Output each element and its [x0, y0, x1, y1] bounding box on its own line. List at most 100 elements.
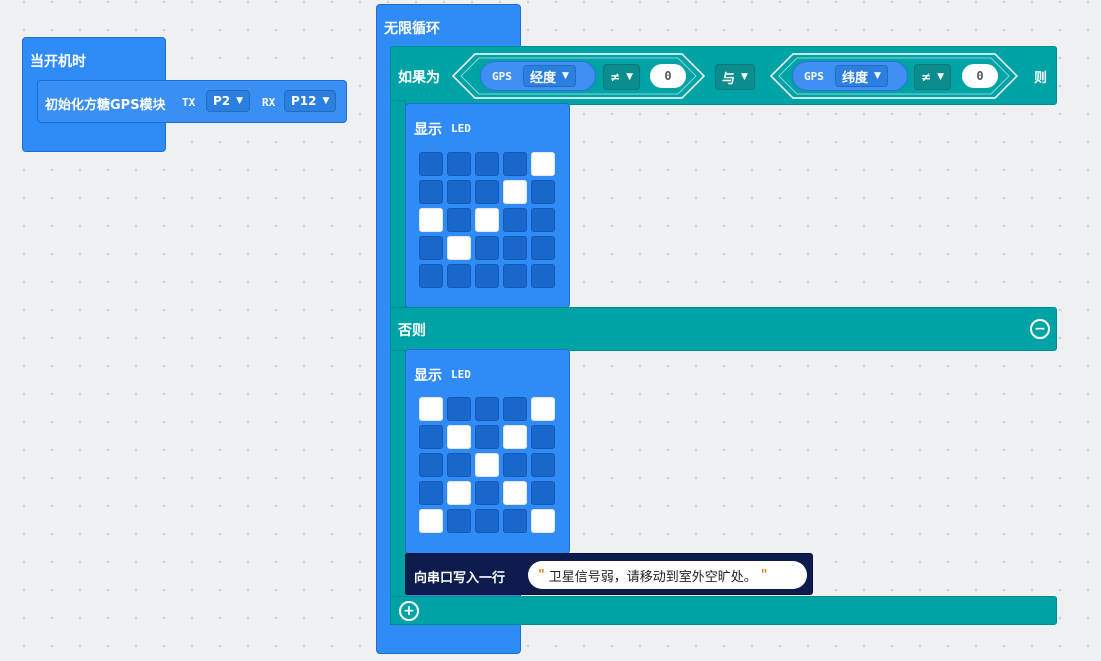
led-cell[interactable] [531, 236, 555, 260]
block-workspace[interactable]: 当开机时 初始化方糖GPS模块 TX P2 ▼ RX P12 ▼ 无限循环 如果… [0, 0, 1101, 661]
serial-text-input[interactable]: " 卫星信号弱，请移动到室外空旷处。 " [528, 561, 807, 589]
led-cell[interactable] [531, 397, 555, 421]
led-cell[interactable] [475, 481, 499, 505]
chevron-down-icon: ▼ [236, 96, 244, 106]
led-cell[interactable] [531, 180, 555, 204]
and-label: 与 [722, 71, 736, 87]
longitude-dropdown[interactable]: 经度 ▼ [523, 65, 576, 87]
led-matrix-2[interactable] [419, 397, 555, 533]
led-cell[interactable] [475, 264, 499, 288]
else-bar: 否则 − [390, 307, 1057, 351]
led-cell[interactable] [503, 481, 527, 505]
if-footer-bar: + [390, 596, 1057, 625]
led-cell[interactable] [419, 481, 443, 505]
show-led-block-2[interactable]: 显示 LED [405, 349, 570, 554]
led-cell[interactable] [531, 453, 555, 477]
led-cell[interactable] [447, 180, 471, 204]
plus-circle-icon[interactable]: + [399, 601, 419, 621]
led-cell[interactable] [447, 509, 471, 533]
led-cell[interactable] [447, 397, 471, 421]
led-cell[interactable] [447, 236, 471, 260]
rx-pin-dropdown[interactable]: P12 ▼ [284, 90, 337, 112]
right-operator: ≠ [921, 70, 932, 84]
else-label: 否则 [398, 323, 426, 339]
chevron-down-icon: ▼ [322, 96, 330, 106]
left-operator: ≠ [610, 70, 621, 84]
if-header-block[interactable]: 如果为 GPS 经度 ▼ ≠ ▼ 0 与 ▼ GPS 纬度 ▼ ≠ ▼ 0 则 [390, 46, 1057, 105]
led-cell[interactable] [531, 481, 555, 505]
chevron-down-icon: ▼ [741, 72, 748, 82]
led-cell[interactable] [475, 453, 499, 477]
chevron-down-icon: ▼ [874, 71, 881, 81]
led-cell[interactable] [475, 397, 499, 421]
on-start-title: 当开机时 [30, 54, 86, 70]
led-cell[interactable] [531, 509, 555, 533]
led-cell[interactable] [503, 397, 527, 421]
gps-longitude-reporter[interactable]: GPS 经度 ▼ [480, 61, 596, 91]
led-cell[interactable] [475, 425, 499, 449]
latitude-dropdown[interactable]: 纬度 ▼ [835, 65, 888, 87]
led-cell[interactable] [419, 152, 443, 176]
gps-init-label: 初始化方糖GPS模块 [45, 98, 166, 113]
quote-close: " [760, 567, 768, 583]
chevron-down-icon: ▼ [562, 71, 569, 81]
tx-pin-value: P2 [213, 94, 231, 108]
led-cell[interactable] [419, 425, 443, 449]
serial-write-block[interactable]: 向串口写入一行 " 卫星信号弱，请移动到室外空旷处。 " [405, 553, 813, 595]
led-cell[interactable] [475, 236, 499, 260]
led-cell[interactable] [503, 152, 527, 176]
led-cell[interactable] [419, 397, 443, 421]
led-cell[interactable] [531, 152, 555, 176]
rx-pin-value: P12 [291, 94, 317, 108]
left-operator-dropdown[interactable]: ≠ ▼ [603, 64, 640, 90]
if-left-rail [390, 100, 406, 625]
led-cell[interactable] [503, 236, 527, 260]
minus-circle-icon[interactable]: − [1030, 319, 1050, 339]
led-cell[interactable] [419, 509, 443, 533]
gps-init-block[interactable]: 初始化方糖GPS模块 TX P2 ▼ RX P12 ▼ [37, 80, 347, 123]
chevron-down-icon: ▼ [626, 72, 633, 82]
led-cell[interactable] [531, 425, 555, 449]
led-cell[interactable] [447, 453, 471, 477]
led-cell[interactable] [447, 425, 471, 449]
and-operator-dropdown[interactable]: 与 ▼ [715, 64, 755, 90]
gps-source-label: GPS [492, 70, 512, 83]
led-cell[interactable] [503, 208, 527, 232]
if-label: 如果为 [398, 70, 440, 86]
led-cell[interactable] [447, 264, 471, 288]
led-cell[interactable] [503, 180, 527, 204]
led-cell[interactable] [419, 453, 443, 477]
led-cell[interactable] [419, 180, 443, 204]
tx-pin-dropdown[interactable]: P2 ▼ [206, 90, 251, 112]
quote-open: " [538, 567, 545, 583]
show-label: 显示 [414, 368, 442, 384]
chevron-down-icon: ▼ [937, 72, 944, 82]
show-led-block-1[interactable]: 显示 LED [405, 103, 570, 308]
right-operator-dropdown[interactable]: ≠ ▼ [914, 64, 951, 90]
led-cell[interactable] [475, 152, 499, 176]
led-cell[interactable] [447, 152, 471, 176]
forever-title: 无限循环 [384, 21, 440, 37]
led-cell[interactable] [503, 509, 527, 533]
gps-latitude-reporter[interactable]: GPS 纬度 ▼ [792, 61, 908, 91]
led-cell[interactable] [419, 208, 443, 232]
rx-label: RX [262, 96, 276, 109]
led-cell[interactable] [419, 236, 443, 260]
led-cell[interactable] [475, 208, 499, 232]
led-matrix-1[interactable] [419, 152, 555, 288]
led-cell[interactable] [531, 264, 555, 288]
led-cell[interactable] [503, 264, 527, 288]
led-cell[interactable] [475, 509, 499, 533]
led-cell[interactable] [419, 264, 443, 288]
gps-source-label: GPS [804, 70, 824, 83]
latitude-field: 纬度 [842, 70, 869, 86]
led-cell[interactable] [503, 425, 527, 449]
led-cell[interactable] [503, 453, 527, 477]
led-cell[interactable] [531, 208, 555, 232]
led-cell[interactable] [447, 208, 471, 232]
left-value-input[interactable]: 0 [650, 64, 686, 88]
right-value-input[interactable]: 0 [962, 64, 998, 88]
serial-text-value: 卫星信号弱，请移动到室外空旷处。 [548, 569, 757, 585]
led-cell[interactable] [475, 180, 499, 204]
led-cell[interactable] [447, 481, 471, 505]
